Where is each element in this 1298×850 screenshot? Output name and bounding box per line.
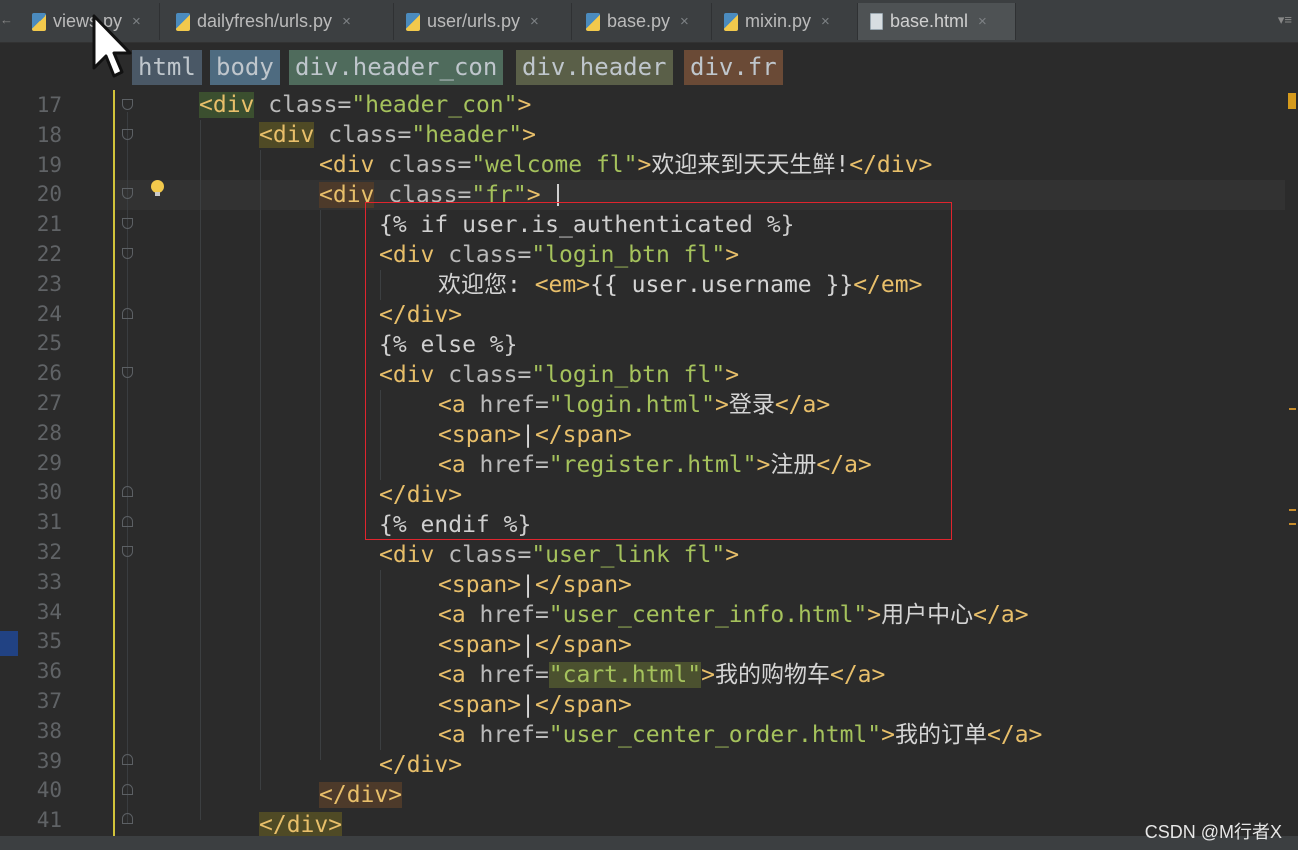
line-number: 35 [36,629,62,654]
line-number: 36 [36,659,62,684]
tab-dailyfresh-urls-py[interactable]: dailyfresh/urls.py × [164,3,394,40]
tab-label: dailyfresh/urls.py [197,11,333,31]
highlight-annotation-box [365,202,952,540]
scroll-marker[interactable] [1289,509,1296,511]
indent-guide [320,210,321,760]
line-number: 27 [36,391,62,415]
line-number: 22 [36,242,62,266]
line-number: 39 [36,748,62,773]
fold-close-icon[interactable] [122,754,133,765]
fold-open-icon[interactable] [122,129,133,140]
scroll-warning-marker[interactable] [1288,93,1296,109]
editor-tab-bar: ← views.py × dailyfresh/urls.py × user/u… [0,0,1298,43]
lightbulb-icon[interactable] [151,180,164,196]
close-icon[interactable]: × [530,13,539,30]
back-arrow-icon[interactable]: ← [0,12,13,27]
fold-open-icon[interactable] [122,99,133,110]
close-icon[interactable]: × [821,13,830,30]
line-number: 34 [36,599,62,624]
code-line-40: </div> [319,782,403,808]
line-number: 25 [36,331,62,356]
line-number: 28 [36,420,62,445]
line-number: 17 [36,93,62,117]
watermark: CSDN @M行者X [1144,822,1282,842]
fold-open-icon[interactable] [122,218,133,229]
code-line-39: </div> [379,752,463,778]
code-line-37: <span>|</span> [438,692,632,718]
breadcrumb-div-header-con[interactable]: div.header_con [289,50,504,85]
line-number: 30 [36,480,62,505]
close-icon[interactable]: × [342,13,351,30]
python-file-icon [586,12,600,31]
code-line-17: <div class="header_con"> [199,92,532,118]
tab-label: mixin.py [745,11,812,31]
tab-label: user/urls.py [427,11,521,31]
fold-close-icon[interactable] [122,784,133,795]
line-number: 40 [36,778,62,803]
line-number: 18 [36,122,62,147]
scroll-marker[interactable] [1289,523,1296,525]
line-number: 31 [36,510,62,535]
tab-user-urls-py[interactable]: user/urls.py × [394,3,572,40]
code-line-34: <a href="user_center_info.html">用户中心</a> [438,602,1029,628]
tab-label: base.html [890,11,969,31]
line-number: 33 [36,569,62,594]
tab-views-py[interactable]: views.py × [20,3,160,40]
line-number: 38 [36,718,62,743]
breadcrumb-div-fr[interactable]: div.fr [684,50,783,85]
breadcrumb-div-header[interactable]: div.header [516,50,673,85]
python-file-icon [406,12,420,31]
code-line-32: <div class="user_link fl"> [379,542,740,568]
line-number: 37 [36,689,62,713]
line-number: 24 [36,301,62,326]
line-number: 41 [36,808,62,833]
fold-close-icon[interactable] [122,308,133,319]
python-file-icon [176,12,190,31]
tab-base-html[interactable]: base.html × [858,3,1016,40]
line-number: 23 [36,271,62,296]
fold-open-icon[interactable] [122,367,133,378]
fold-open-icon[interactable] [122,248,133,259]
code-line-33: <span>|</span> [438,572,632,598]
scroll-marker[interactable] [1289,408,1296,410]
fold-close-icon[interactable] [122,486,133,497]
breadcrumb-html[interactable]: html [132,50,202,85]
python-file-icon [32,12,46,31]
line-number: 26 [36,361,62,386]
breadcrumb-body[interactable]: body [210,50,280,85]
fold-open-icon[interactable] [122,188,133,199]
code-line-18: <div class="header"> [259,122,536,148]
python-file-icon [724,12,738,31]
line-number: 21 [36,212,62,237]
indent-guide [380,570,381,750]
code-line-19: <div class="welcome fl">欢迎来到天天生鲜!</div> [319,152,933,178]
line-number: 20 [36,182,62,207]
fold-open-icon[interactable] [122,546,133,557]
gutter-bookmark-marker [0,631,18,656]
indent-guide [260,150,261,790]
line-number: 19 [36,152,62,177]
tab-label: base.py [607,11,671,31]
line-number: 32 [36,540,62,564]
close-icon[interactable]: × [680,13,689,30]
close-icon[interactable]: × [978,13,987,30]
code-line-35: <span>|</span> [438,632,632,658]
tab-base-py[interactable]: base.py × [574,3,712,40]
tab-mixin-py[interactable]: mixin.py × [712,3,858,40]
code-line-38: <a href="user_center_order.html">我的订单</a… [438,722,1043,748]
breadcrumb: html body div.header_con div.header div.… [0,43,1298,90]
fold-close-icon[interactable] [122,813,133,824]
indent-guide [200,120,201,820]
tab-list-menu-icon[interactable]: ▾≡ [1278,12,1292,28]
status-bar [0,836,1298,850]
html-file-icon [870,13,883,30]
mouse-pointer-icon [92,14,132,78]
line-number: 29 [36,450,62,475]
fold-close-icon[interactable] [122,516,133,527]
code-line-36: <a href="cart.html">我的购物车</a> [438,662,886,688]
